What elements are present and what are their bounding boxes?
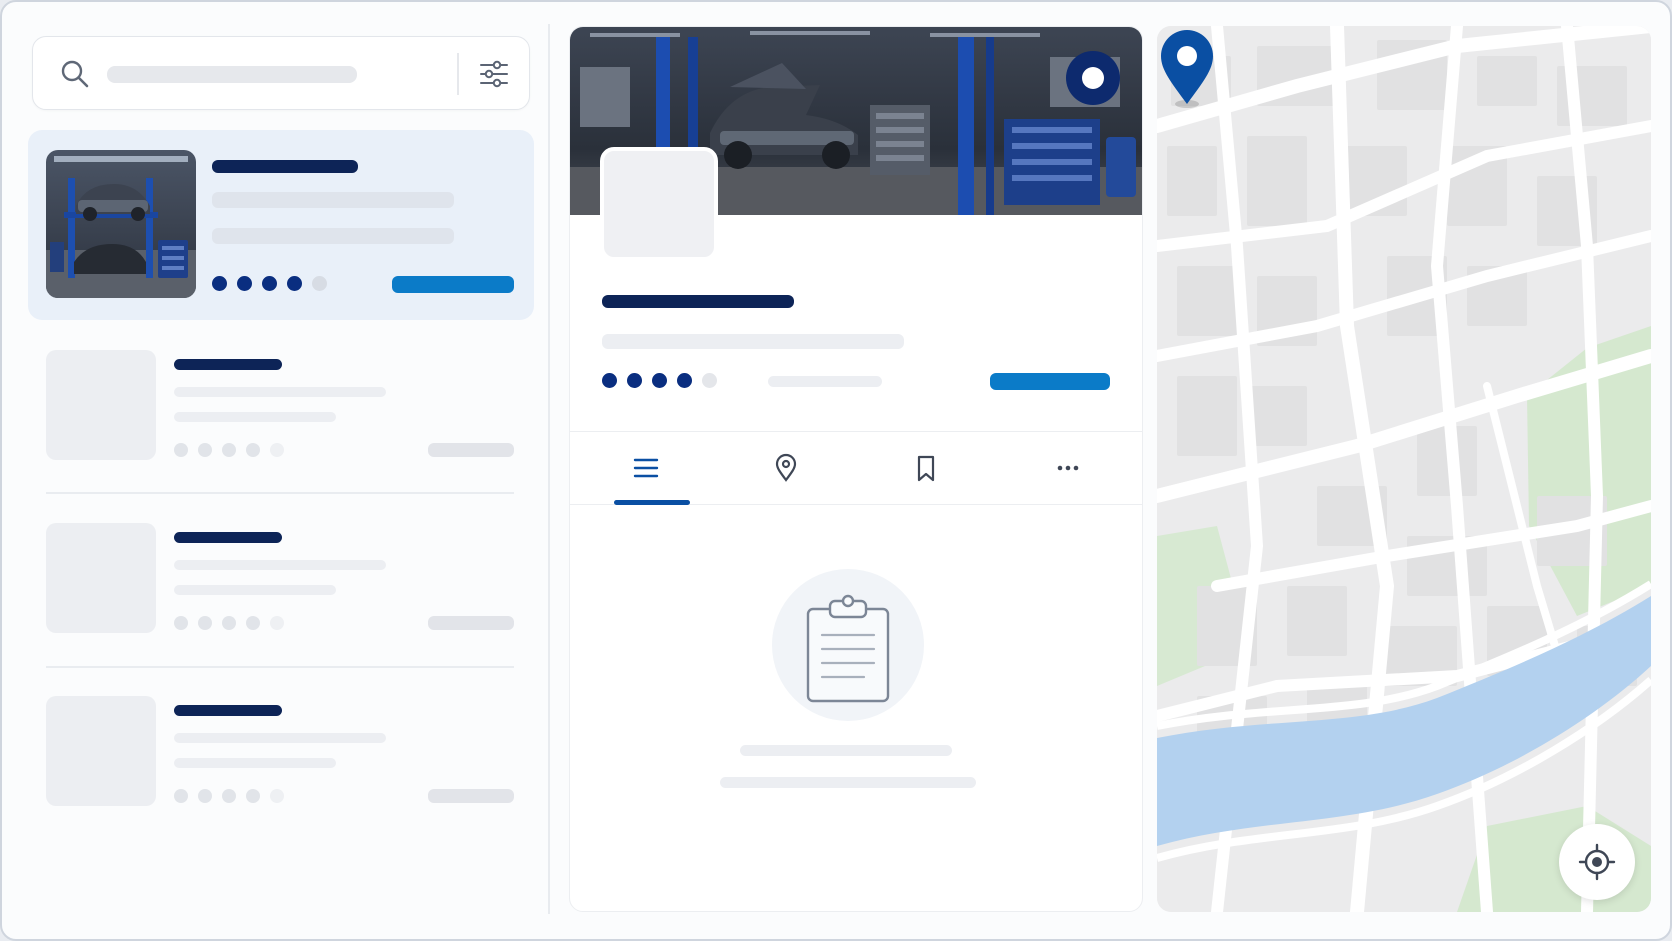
thumbnail-placeholder bbox=[46, 696, 156, 806]
thumbnail-placeholder bbox=[46, 350, 156, 460]
rating-dot bbox=[312, 276, 327, 291]
rating-dot bbox=[198, 443, 212, 457]
rating-dot bbox=[602, 373, 617, 388]
rating-dot bbox=[246, 443, 260, 457]
shop-detail-panel bbox=[569, 26, 1143, 912]
title-placeholder bbox=[174, 359, 282, 370]
map-view[interactable] bbox=[1157, 26, 1651, 912]
empty-state-illustration bbox=[772, 569, 924, 721]
rating-dots bbox=[174, 789, 284, 803]
action-placeholder bbox=[428, 616, 514, 630]
active-tab-indicator bbox=[614, 500, 690, 505]
clipboard-icon bbox=[806, 594, 890, 703]
search-icon bbox=[61, 60, 89, 88]
results-panel bbox=[2, 2, 548, 939]
rating-dot bbox=[174, 443, 188, 457]
crosshair-icon bbox=[1578, 843, 1616, 881]
app-window bbox=[0, 0, 1672, 941]
rating-dots bbox=[602, 373, 717, 388]
rating-dot bbox=[270, 789, 284, 803]
subtitle-placeholder bbox=[174, 560, 386, 570]
rating-dot bbox=[222, 789, 236, 803]
more-horizontal-icon bbox=[1057, 465, 1079, 471]
map-pin-icon bbox=[775, 453, 797, 482]
search-divider bbox=[457, 53, 459, 95]
tab-location[interactable] bbox=[716, 432, 856, 504]
meta-placeholder bbox=[174, 758, 336, 768]
shop-name-placeholder bbox=[212, 160, 358, 173]
subtitle-placeholder bbox=[174, 733, 386, 743]
rating-dot bbox=[627, 373, 642, 388]
shop-address-placeholder bbox=[212, 192, 454, 208]
review-count-placeholder bbox=[768, 376, 882, 387]
shop-logo-placeholder bbox=[600, 147, 718, 261]
rating-dot bbox=[198, 789, 212, 803]
bookmark-icon bbox=[917, 455, 935, 482]
tab-saved[interactable] bbox=[856, 432, 996, 504]
list-divider bbox=[46, 666, 514, 668]
rating-dot bbox=[222, 616, 236, 630]
rating-dots bbox=[174, 443, 284, 457]
search-bar[interactable] bbox=[32, 36, 530, 110]
column-divider bbox=[548, 24, 550, 914]
empty-state-title-placeholder bbox=[740, 745, 952, 756]
list-icon bbox=[633, 458, 659, 478]
rating-dots bbox=[212, 276, 327, 291]
shop-title-placeholder bbox=[602, 295, 794, 308]
rating-dot bbox=[222, 443, 236, 457]
list-divider bbox=[46, 492, 514, 494]
rating-dot bbox=[174, 616, 188, 630]
subtitle-placeholder bbox=[174, 387, 386, 397]
rating-dot bbox=[262, 276, 277, 291]
meta-placeholder bbox=[174, 585, 336, 595]
tab-more[interactable] bbox=[998, 432, 1138, 504]
rating-dot bbox=[677, 373, 692, 388]
rating-dot bbox=[174, 789, 188, 803]
sliders-icon[interactable] bbox=[477, 57, 511, 91]
search-input[interactable] bbox=[107, 66, 357, 83]
shop-subtitle-placeholder bbox=[602, 334, 904, 349]
action-placeholder bbox=[428, 789, 514, 803]
rating-dot bbox=[270, 443, 284, 457]
primary-action-button[interactable] bbox=[990, 373, 1110, 390]
action-placeholder bbox=[428, 443, 514, 457]
thumbnail-placeholder bbox=[46, 523, 156, 633]
rating-dot bbox=[702, 373, 717, 388]
tab-overview[interactable] bbox=[576, 432, 716, 505]
title-placeholder bbox=[174, 705, 282, 716]
rating-dot bbox=[287, 276, 302, 291]
rating-dot bbox=[237, 276, 252, 291]
rating-dot bbox=[270, 616, 284, 630]
meta-placeholder bbox=[174, 412, 336, 422]
map-canvas[interactable] bbox=[1157, 26, 1651, 912]
action-button[interactable] bbox=[392, 276, 514, 293]
title-placeholder bbox=[174, 532, 282, 543]
rating-dots bbox=[174, 616, 284, 630]
shop-thumbnail bbox=[46, 150, 196, 298]
empty-state-text-placeholder bbox=[720, 777, 976, 788]
locate-me-button[interactable] bbox=[1559, 824, 1635, 900]
shop-meta-placeholder bbox=[212, 228, 454, 244]
list-item-selected[interactable] bbox=[28, 130, 534, 320]
rating-dot bbox=[198, 616, 212, 630]
verified-badge-icon bbox=[1066, 51, 1120, 105]
detail-tabs bbox=[570, 431, 1142, 505]
map-pin-icon[interactable] bbox=[1157, 26, 1217, 108]
rating-dot bbox=[212, 276, 227, 291]
rating-dot bbox=[652, 373, 667, 388]
rating-dot bbox=[246, 616, 260, 630]
rating-dot bbox=[246, 789, 260, 803]
